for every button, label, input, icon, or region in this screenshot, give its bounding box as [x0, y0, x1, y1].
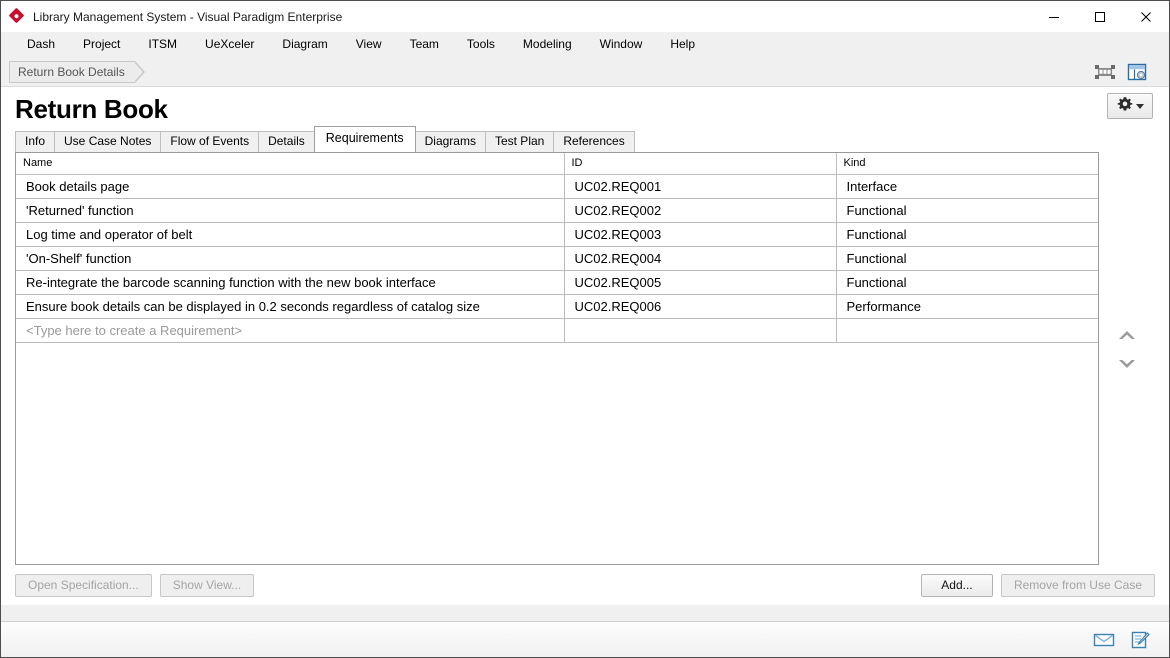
status-bar	[1, 621, 1169, 657]
cell-kind[interactable]: Functional	[836, 222, 1099, 246]
cell-kind[interactable]: Interface	[836, 174, 1099, 198]
options-menu-button[interactable]	[1107, 93, 1153, 119]
tab-use-case-notes[interactable]: Use Case Notes	[54, 131, 161, 152]
cell-id[interactable]: UC02.REQ001	[564, 174, 836, 198]
right-action-buttons: Add... Remove from Use Case	[921, 574, 1155, 597]
column-header-name[interactable]: Name	[16, 153, 564, 174]
page-header: Return Book	[1, 87, 1169, 131]
cell-name[interactable]: 'Returned' function	[16, 198, 564, 222]
page-bottom-gap	[1, 605, 1169, 621]
tab-info[interactable]: Info	[15, 131, 55, 152]
tab-details[interactable]: Details	[258, 131, 315, 152]
tab-flow-of-events[interactable]: Flow of Events	[160, 131, 259, 152]
mail-icon[interactable]	[1093, 630, 1115, 650]
table-body: Book details page UC02.REQ001 Interface …	[16, 174, 1099, 342]
chevron-down-icon	[1136, 104, 1144, 109]
menu-item-itsm[interactable]: ITSM	[134, 35, 191, 53]
action-button-row: Open Specification... Show View... Add..…	[1, 565, 1169, 605]
cell-kind-empty[interactable]	[836, 318, 1099, 342]
menu-bar: Dash Project ITSM UeXceler Diagram View …	[1, 32, 1169, 57]
page-content: Return Book Info Use Case Notes Flow of …	[1, 87, 1169, 605]
column-header-id[interactable]: ID	[564, 153, 836, 174]
cell-id[interactable]: UC02.REQ003	[564, 222, 836, 246]
table-row[interactable]: Re-integrate the barcode scanning functi…	[16, 270, 1099, 294]
table-empty-space	[16, 343, 1098, 565]
row-reorder-controls	[1099, 152, 1155, 565]
table-row[interactable]: 'On-Shelf' function UC02.REQ004 Function…	[16, 246, 1099, 270]
breadcrumb-item-return-book-details[interactable]: Return Book Details	[9, 61, 135, 83]
application-window: Library Management System - Visual Parad…	[0, 0, 1170, 658]
title-bar: Library Management System - Visual Parad…	[1, 1, 1169, 32]
menu-item-modeling[interactable]: Modeling	[509, 35, 586, 53]
cell-kind[interactable]: Functional	[836, 270, 1099, 294]
requirements-table-area: Name ID Kind Book details page UC02.REQ0…	[15, 152, 1155, 565]
menu-item-diagram[interactable]: Diagram	[268, 35, 341, 53]
table-header-row: Name ID Kind	[16, 153, 1099, 174]
move-down-icon[interactable]	[1116, 356, 1138, 370]
cell-id[interactable]: UC02.REQ004	[564, 246, 836, 270]
breadcrumb-bar: Return Book Details	[1, 57, 1169, 87]
cell-kind[interactable]: Functional	[836, 198, 1099, 222]
cell-name[interactable]: 'On-Shelf' function	[16, 246, 564, 270]
tab-strip: Info Use Case Notes Flow of Events Detai…	[1, 131, 1169, 152]
column-header-kind[interactable]: Kind	[836, 153, 1099, 174]
new-requirement-input[interactable]: <Type here to create a Requirement>	[16, 318, 564, 342]
table-row[interactable]: 'Returned' function UC02.REQ002 Function…	[16, 198, 1099, 222]
menu-item-project[interactable]: Project	[69, 35, 134, 53]
table-row[interactable]: Ensure book details can be displayed in …	[16, 294, 1099, 318]
add-button[interactable]: Add...	[921, 574, 993, 597]
menu-item-window[interactable]: Window	[586, 35, 657, 53]
breadcrumb-toolbar	[1093, 60, 1149, 84]
open-specification-window-icon[interactable]	[1125, 60, 1149, 84]
window-controls	[1031, 1, 1169, 32]
tab-references[interactable]: References	[553, 131, 634, 152]
menu-item-team[interactable]: Team	[396, 35, 453, 53]
window-title: Library Management System - Visual Parad…	[33, 10, 342, 24]
visual-paradigm-diamond-icon	[9, 9, 25, 25]
cell-id[interactable]: UC02.REQ002	[564, 198, 836, 222]
cell-name[interactable]: Re-integrate the barcode scanning functi…	[16, 270, 564, 294]
menu-item-view[interactable]: View	[342, 35, 396, 53]
table-row[interactable]: Log time and operator of belt UC02.REQ00…	[16, 222, 1099, 246]
menu-item-dash[interactable]: Dash	[13, 35, 69, 53]
cell-kind[interactable]: Performance	[836, 294, 1099, 318]
tab-test-plan[interactable]: Test Plan	[485, 131, 554, 152]
cell-name[interactable]: Log time and operator of belt	[16, 222, 564, 246]
tab-diagrams[interactable]: Diagrams	[415, 131, 486, 152]
open-specification-button[interactable]: Open Specification...	[15, 574, 152, 597]
table-row[interactable]: Book details page UC02.REQ001 Interface	[16, 174, 1099, 198]
cell-id-empty[interactable]	[564, 318, 836, 342]
cell-name[interactable]: Book details page	[16, 174, 564, 198]
show-view-button[interactable]: Show View...	[160, 574, 254, 597]
requirements-table: Name ID Kind Book details page UC02.REQ0…	[16, 153, 1099, 343]
page-title: Return Book	[15, 94, 168, 125]
menu-item-uexceler[interactable]: UeXceler	[191, 35, 268, 53]
requirements-table-container: Name ID Kind Book details page UC02.REQ0…	[15, 152, 1099, 565]
cell-id[interactable]: UC02.REQ006	[564, 294, 836, 318]
cell-kind[interactable]: Functional	[836, 246, 1099, 270]
menu-item-tools[interactable]: Tools	[453, 35, 509, 53]
close-icon[interactable]	[1123, 1, 1169, 32]
table-header: Name ID Kind	[16, 153, 1099, 174]
breadcrumb-separator-icon	[135, 61, 145, 83]
note-edit-icon[interactable]	[1129, 630, 1151, 650]
tab-requirements[interactable]: Requirements	[314, 126, 416, 152]
move-up-icon[interactable]	[1116, 328, 1138, 342]
maximize-icon[interactable]	[1077, 1, 1123, 32]
menu-item-help[interactable]: Help	[656, 35, 709, 53]
new-requirement-row[interactable]: <Type here to create a Requirement>	[16, 318, 1099, 342]
cell-id[interactable]: UC02.REQ005	[564, 270, 836, 294]
gear-icon	[1117, 96, 1133, 117]
cell-name[interactable]: Ensure book details can be displayed in …	[16, 294, 564, 318]
fit-to-screen-icon[interactable]	[1093, 60, 1117, 84]
remove-from-use-case-button[interactable]: Remove from Use Case	[1001, 574, 1155, 597]
minimize-icon[interactable]	[1031, 1, 1077, 32]
